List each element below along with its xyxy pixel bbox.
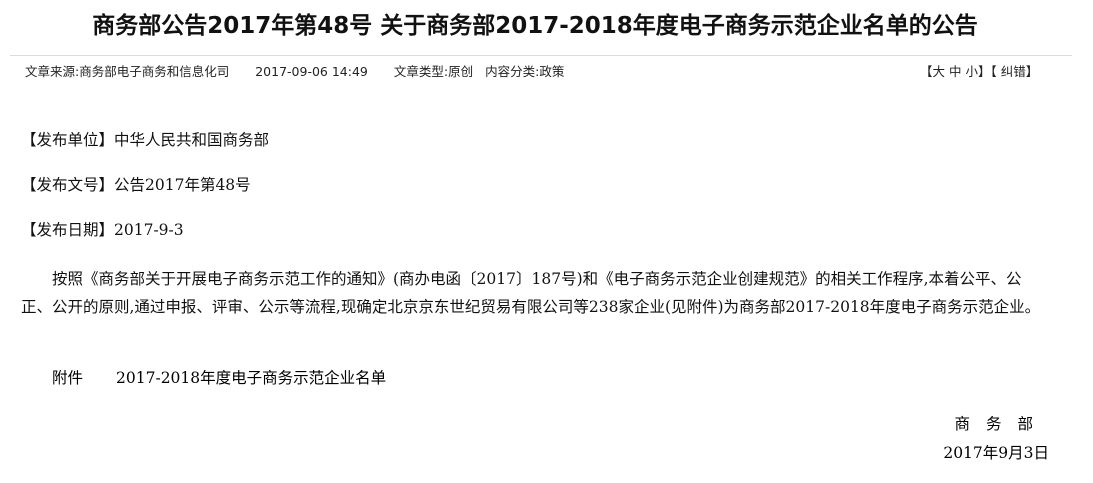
title-divider — [10, 55, 1072, 56]
publish-datetime: 2017-09-06 14:49 — [255, 64, 368, 79]
pub-date-line: 【发布日期】2017-9-3 — [21, 221, 184, 239]
attachment-line: 附件 2017-2018年度电子商务示范企业名单 — [52, 368, 386, 388]
type-label: 文章类型: — [393, 64, 449, 79]
article-meta: 文章来源:商务部电子商务和信息化司 2017-09-06 14:49 文章类型:原创… — [25, 63, 564, 81]
signature-org: 商务部 — [954, 415, 1049, 433]
page-title: 商务部公告2017年第48号 关于商务部2017-2018年度电子商务示范企业名… — [92, 13, 978, 39]
font-small-button[interactable]: 小 — [966, 64, 979, 79]
category-label: 内容分类: — [485, 64, 540, 79]
category-value: 政策 — [539, 64, 565, 79]
correction-button[interactable]: 【 纠错】 — [991, 64, 1039, 79]
signature-date: 2017年9月3日 — [943, 444, 1049, 462]
font-size-controls: 【大 中 小】【 纠错】 — [920, 63, 1038, 81]
font-medium-button[interactable]: 中 — [949, 64, 962, 79]
body-paragraph: 按照《商务部关于开展电子商务示范工作的通知》(商办电函〔2017〕187号)和《… — [21, 270, 1041, 316]
bracket-close: 】 — [978, 64, 991, 79]
source-label: 文章来源: — [25, 64, 80, 79]
type-value: 原创 — [448, 64, 474, 79]
attachment-link[interactable]: 2017-2018年度电子商务示范企业名单 — [116, 369, 386, 387]
bracket-open: 【 — [920, 64, 933, 79]
source-value: 商务部电子商务和信息化司 — [79, 64, 230, 79]
publisher-line: 【发布单位】中华人民共和国商务部 — [21, 131, 270, 149]
font-large-button[interactable]: 大 — [933, 64, 946, 79]
attachment-label: 附件 — [52, 369, 84, 387]
doc-number-line: 【发布文号】公告2017年第48号 — [21, 176, 251, 194]
